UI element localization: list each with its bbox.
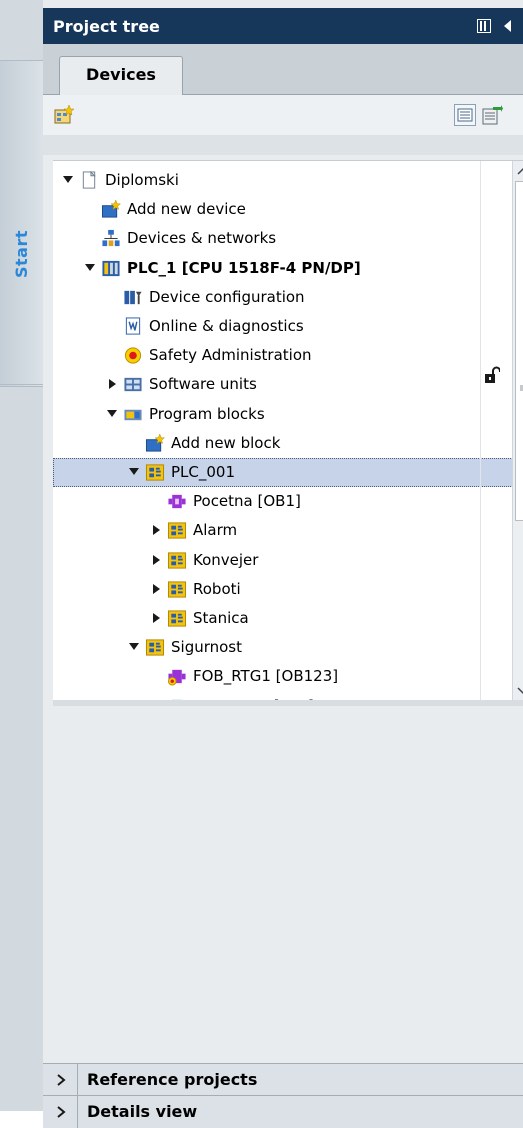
add-device-icon xyxy=(101,200,121,218)
tree-item-label: Program blocks xyxy=(149,404,265,423)
project-tree: Diplomski Add new device Devices & network… xyxy=(53,160,523,1036)
folder-icon xyxy=(145,464,165,481)
project-tree-panel: Project tree Devices Diplomski Add new d… xyxy=(43,0,523,1128)
tree-item[interactable]: Sigurnost xyxy=(53,633,513,662)
tree-item-label: Konvejer xyxy=(193,550,259,569)
add-device-button[interactable] xyxy=(53,104,75,126)
expand-arrow-down-icon[interactable] xyxy=(129,467,139,477)
panel-title: Project tree xyxy=(53,17,160,36)
toolbar xyxy=(43,95,523,135)
tree-item-label: Diplomski xyxy=(105,171,179,189)
panel-filler xyxy=(43,706,523,1063)
unlocked-icon[interactable] xyxy=(484,366,500,384)
dock-toggle-icon[interactable] xyxy=(477,19,491,33)
section-separator xyxy=(77,1096,78,1128)
tree-item-label: Stanica xyxy=(193,609,249,627)
tree-item[interactable]: PLC_1 [CPU 1518F-4 PN/DP] xyxy=(53,254,513,283)
tree-item-label: PLC_001 xyxy=(171,463,236,481)
chevron-right-icon xyxy=(57,1074,66,1086)
export-button[interactable] xyxy=(481,104,503,126)
tree-item-label: Software units xyxy=(149,375,257,394)
section-label: Details view xyxy=(87,1102,198,1121)
section-separator xyxy=(77,1064,78,1096)
tree-item-label: FOB_RTG1 [OB123] xyxy=(193,667,339,686)
tree-item-label: Devices & networks xyxy=(127,229,277,248)
column-divider xyxy=(480,161,481,701)
expand-arrow-right-icon[interactable] xyxy=(151,583,161,594)
tree-item[interactable]: Software units xyxy=(53,370,513,399)
tree-item-label: Add new block xyxy=(171,433,281,452)
tree-item[interactable]: FOB_RTG1 [OB123] xyxy=(53,662,513,691)
tree-item[interactable]: Alarm xyxy=(53,516,513,545)
expand-arrow-right-icon[interactable] xyxy=(151,554,161,565)
strip-divider xyxy=(0,384,43,385)
section-label: Reference projects xyxy=(87,1070,258,1089)
scroll-down-icon[interactable] xyxy=(516,686,523,696)
expand-arrow-right-icon[interactable] xyxy=(151,613,161,623)
tab-bar: Devices xyxy=(43,44,523,96)
tree-item-label: Roboti xyxy=(193,579,241,598)
expand-arrow-down-icon[interactable] xyxy=(85,263,95,273)
folder-icon xyxy=(145,639,165,656)
tree-item[interactable]: Add new device xyxy=(53,195,513,224)
network-icon xyxy=(102,230,120,247)
collapse-panel-icon[interactable] xyxy=(501,18,515,34)
program-blocks-icon xyxy=(124,409,142,420)
tree-item-label: PLC_1 [CPU 1518F-4 PN/DP] xyxy=(127,258,361,277)
fob-icon xyxy=(167,670,186,686)
start-label[interactable]: Start xyxy=(12,230,31,278)
device-config-icon xyxy=(124,290,142,304)
start-tab[interactable] xyxy=(0,60,44,387)
panel-header: Project tree xyxy=(43,8,523,44)
scroll-up-icon[interactable] xyxy=(516,166,523,176)
tab-devices[interactable]: Devices xyxy=(59,56,183,96)
tree-item-label: Pocetna [OB1] xyxy=(193,492,301,511)
vertical-scrollbar[interactable] xyxy=(512,161,523,701)
tree-item[interactable]: PLC_001 xyxy=(53,458,513,487)
folder-icon xyxy=(167,610,187,627)
start-strip: Start xyxy=(0,0,44,1111)
tree-item[interactable]: Program blocks xyxy=(53,400,513,429)
overview-button[interactable] xyxy=(454,104,476,126)
tree-item[interactable]: Diplomski xyxy=(53,166,513,195)
tree-item[interactable]: Konvejer xyxy=(53,546,513,575)
section-details-view[interactable]: Details view xyxy=(43,1095,523,1128)
safety-icon xyxy=(124,347,142,364)
tree-item[interactable]: Devices & networks xyxy=(53,224,513,253)
tree-item[interactable]: Roboti xyxy=(53,575,513,604)
tree-item-label: Online & diagnostics xyxy=(149,317,304,335)
expand-arrow-down-icon[interactable] xyxy=(129,642,139,652)
software-units-icon xyxy=(124,378,142,392)
tree-item[interactable]: Safety Administration xyxy=(53,341,513,370)
tree-item[interactable]: Online & diagnostics xyxy=(53,312,513,341)
ob-icon xyxy=(168,495,186,509)
expand-arrow-down-icon[interactable] xyxy=(63,175,73,185)
plc-icon xyxy=(102,260,120,276)
folder-icon xyxy=(167,552,187,569)
tree-item-label: Sigurnost xyxy=(171,638,243,657)
tree-item[interactable]: Add new block xyxy=(53,429,513,458)
folder-icon xyxy=(167,522,187,539)
tree-list: Diplomski Add new device Devices & network… xyxy=(53,161,513,1036)
tree-header-band xyxy=(43,135,523,155)
add-block-icon xyxy=(145,433,165,452)
tree-item-label: Device configuration xyxy=(149,287,305,306)
expand-arrow-down-icon[interactable] xyxy=(107,409,117,419)
chevron-right-icon xyxy=(57,1106,66,1118)
expand-arrow-right-icon[interactable] xyxy=(151,525,161,536)
section-reference-projects[interactable]: Reference projects xyxy=(43,1063,523,1096)
expand-arrow-right-icon[interactable] xyxy=(107,379,117,390)
tree-item[interactable]: Stanica xyxy=(53,604,513,633)
tree-item[interactable]: Device configuration xyxy=(53,283,513,312)
scroll-thumb[interactable] xyxy=(515,181,523,521)
tree-item-label: Add new device xyxy=(127,200,246,219)
tree-item-label: Safety Administration xyxy=(149,346,312,365)
project-icon xyxy=(82,171,96,189)
folder-icon xyxy=(167,581,187,598)
diagnostics-icon xyxy=(125,317,141,335)
tree-item[interactable]: Pocetna [OB1] xyxy=(53,487,513,516)
tree-item-label: Alarm xyxy=(193,521,238,540)
